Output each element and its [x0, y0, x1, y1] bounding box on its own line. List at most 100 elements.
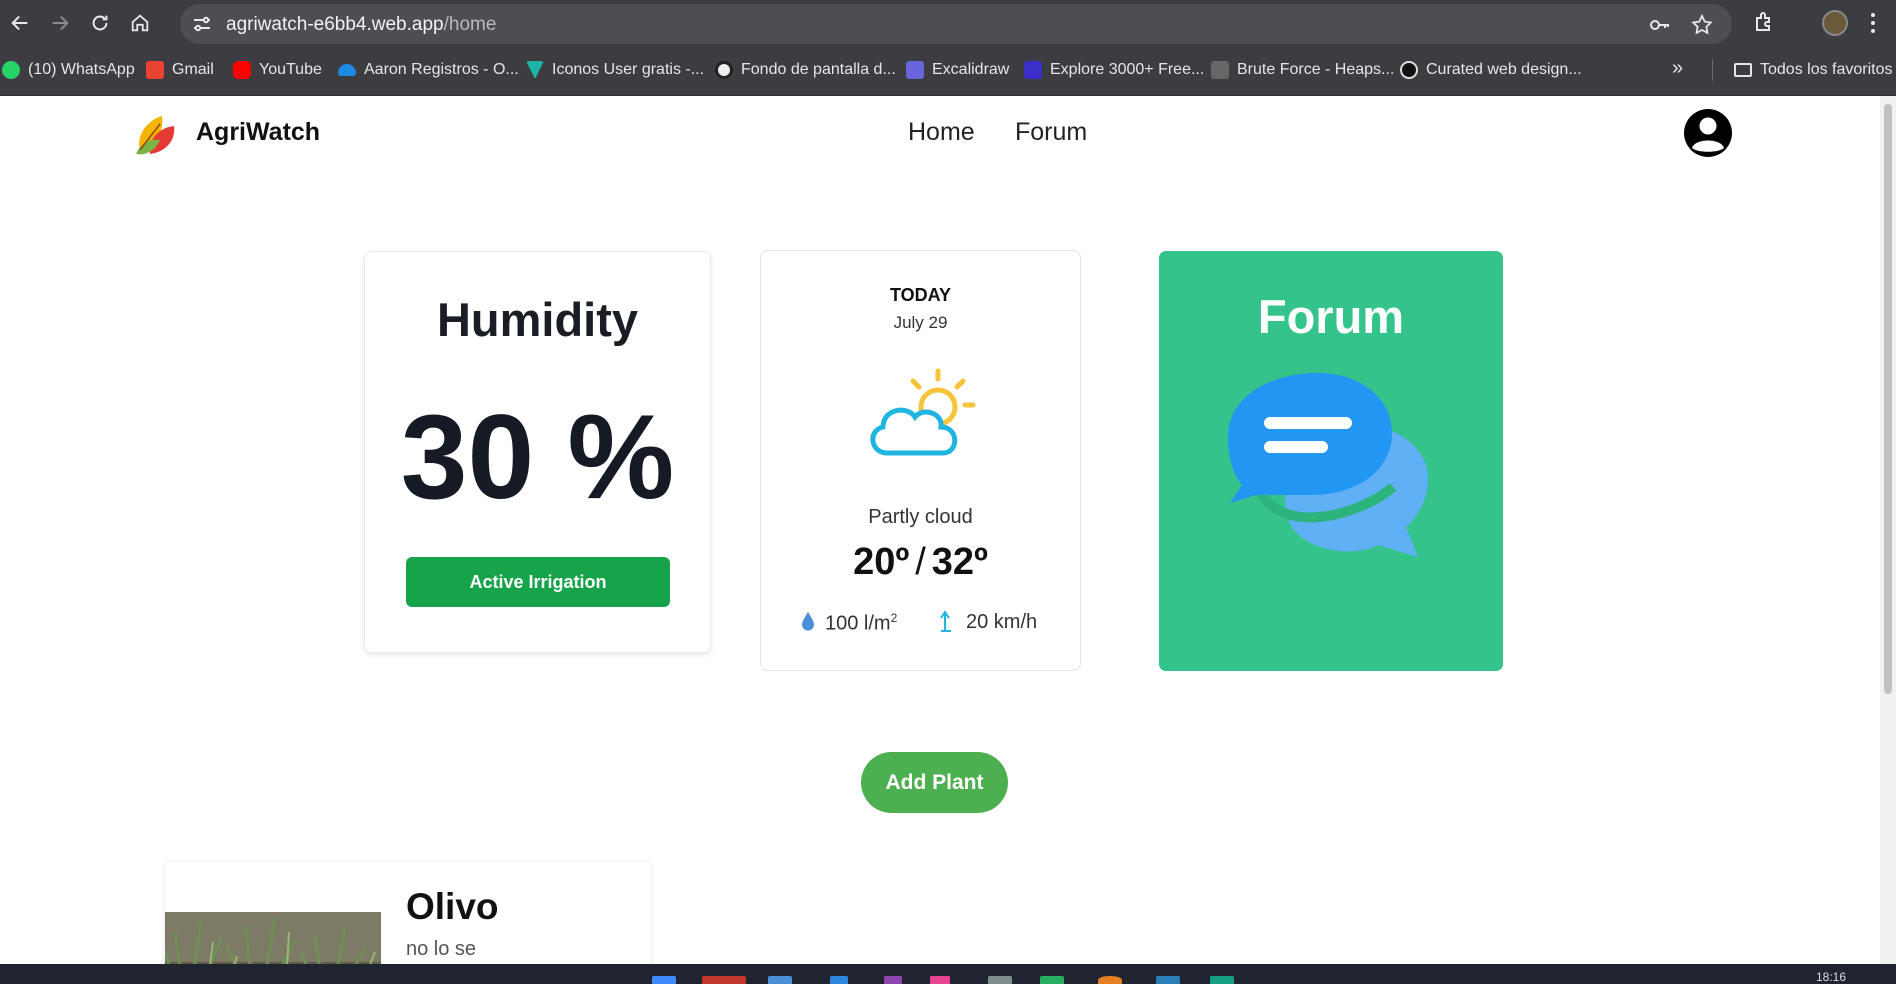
humidity-card: Humidity 30 % Active Irrigation: [364, 251, 711, 653]
all-bookmarks-folder[interactable]: Todos los favoritos: [1734, 58, 1893, 82]
bookmark-fondo[interactable]: Fondo de pantalla d...: [715, 58, 896, 82]
forum-card-title: Forum: [1257, 290, 1405, 343]
app-icon[interactable]: [1156, 976, 1180, 984]
forum-card[interactable]: Forum: [1159, 251, 1503, 671]
bookmark-label: Brute Force - Heaps...: [1237, 61, 1395, 78]
app-icon[interactable]: [988, 976, 1012, 984]
humidity-title: Humidity: [436, 293, 639, 346]
page-viewport: AgriWatch Home Forum Humidity 30 % Activ…: [0, 96, 1880, 964]
weather-date: July 29: [893, 313, 948, 332]
app-icon[interactable]: [884, 976, 902, 984]
humidity-value: 30 %: [400, 390, 675, 524]
bookmark-excalidraw[interactable]: Excalidraw: [906, 58, 1009, 82]
chat-bubbles-icon: [1228, 372, 1428, 557]
reload-button[interactable]: [80, 3, 120, 43]
gmail-icon: [146, 61, 164, 79]
leaves-logo-icon[interactable]: [134, 110, 184, 156]
wind-direction-icon: [940, 610, 951, 632]
bookmark-gmail[interactable]: Gmail: [146, 58, 214, 82]
app-icon[interactable]: [1210, 976, 1234, 984]
bookmark-label: Iconos User gratis -...: [552, 61, 705, 78]
bookmark-explore[interactable]: Explore 3000+ Free...: [1024, 58, 1204, 82]
taskbar-clock[interactable]: 18:16: [1816, 970, 1846, 984]
app-icon[interactable]: [1040, 976, 1064, 984]
url-host: agriwatch-e6bb4.web.app: [226, 14, 444, 35]
plant-description: no lo se: [406, 938, 477, 960]
temp-low: 20º: [853, 541, 910, 583]
plant-photo: [165, 912, 381, 964]
wind-speed-value: 20 km/h: [966, 611, 1038, 633]
vuetify-icon: [526, 61, 544, 79]
active-irrigation-button[interactable]: Active Irrigation: [406, 557, 670, 607]
os-taskbar: 18:16: [0, 964, 1896, 984]
bookmark-star-icon[interactable]: [1690, 13, 1714, 37]
bookmark-iconos[interactable]: Iconos User gratis -...: [526, 58, 704, 82]
arrow-right-icon: [52, 15, 69, 30]
bookmark-separator: [1712, 59, 1713, 81]
bookmark-bruteforce[interactable]: Brute Force - Heaps...: [1211, 58, 1394, 82]
bookmark-label: YouTube: [259, 61, 322, 78]
rainfall-amount: 100 l/m: [825, 612, 891, 635]
app-icon[interactable]: [768, 976, 792, 984]
scrollbar-thumb[interactable]: [1884, 104, 1892, 694]
user-account-icon[interactable]: [1682, 107, 1734, 159]
app-icon[interactable]: [830, 976, 848, 984]
app-icon[interactable]: [1098, 976, 1122, 984]
url-path: /home: [443, 14, 497, 35]
arrow-left-icon: [11, 15, 28, 30]
plant-card[interactable]: Olivo no lo se: [165, 862, 651, 964]
whatsapp-icon: [2, 61, 20, 79]
address-bar[interactable]: agriwatch-e6bb4.web.app/home: [180, 4, 1732, 44]
water-drop-icon: [802, 612, 814, 631]
site-icon: [715, 61, 733, 79]
weather-day-label: TODAY: [889, 285, 952, 305]
excalidraw-icon: [906, 61, 924, 79]
rainfall-value: 100 l/m2: [825, 611, 897, 636]
start-icon[interactable]: [652, 976, 676, 984]
bookmark-whatsapp[interactable]: (10) WhatsApp: [2, 58, 135, 82]
bookmark-curated[interactable]: Curated web design...: [1400, 58, 1582, 82]
home-icon: [131, 13, 149, 31]
partly-cloudy-icon: [870, 368, 976, 456]
uiverse-icon: [1024, 61, 1042, 79]
bookmarks-bar: (10) WhatsApp Gmail YouTube Aaron Regist…: [0, 45, 1896, 96]
bookmark-label: Aaron Registros - O...: [364, 61, 519, 78]
code-icon: [1211, 61, 1229, 79]
bookmark-label: Excalidraw: [932, 61, 1010, 78]
rainfall-exponent: 2: [890, 611, 898, 625]
bookmark-label: Curated web design...: [1426, 61, 1582, 78]
more-bookmarks-chevron-icon[interactable]: »: [1672, 57, 1683, 80]
nav-link-home[interactable]: Home: [908, 118, 975, 147]
folder-icon: [1734, 63, 1752, 77]
bookmark-label: Explore 3000+ Free...: [1050, 61, 1205, 78]
url-text: agriwatch-e6bb4.web.app/home: [226, 14, 496, 36]
page-scrollbar[interactable]: [1880, 96, 1896, 964]
bookmark-onedrive[interactable]: Aaron Registros - O...: [338, 58, 519, 82]
reload-icon: [92, 15, 108, 30]
app-icon[interactable]: [930, 976, 950, 984]
kebab-menu-icon[interactable]: [1866, 10, 1880, 36]
home-button[interactable]: [120, 3, 160, 43]
bookmark-label: Todos los favoritos: [1760, 61, 1893, 78]
browser-profile-avatar[interactable]: [1822, 10, 1848, 36]
weather-condition: Partly cloud: [868, 506, 973, 528]
add-plant-button[interactable]: Add Plant: [861, 752, 1008, 813]
site-navbar: AgriWatch Home Forum: [0, 96, 1880, 170]
weather-temperature-range: 20º/32º: [761, 541, 1080, 584]
nav-link-forum[interactable]: Forum: [1015, 118, 1087, 147]
bookmark-label: Gmail: [172, 61, 214, 78]
app-icon[interactable]: [702, 976, 746, 984]
bookmark-label: Fondo de pantalla d...: [741, 61, 896, 78]
forward-button[interactable]: [40, 3, 80, 43]
bookmark-label: (10) WhatsApp: [28, 61, 135, 78]
back-button[interactable]: [0, 3, 40, 43]
brand-name[interactable]: AgriWatch: [196, 118, 320, 147]
bookmark-youtube[interactable]: YouTube: [233, 58, 322, 82]
youtube-icon: [233, 61, 251, 79]
onedrive-icon: [338, 64, 356, 76]
site-settings-icon[interactable]: [190, 12, 214, 36]
weather-card: TODAY July 29 Partly cloud 20º/32º 100 l…: [760, 250, 1081, 671]
extensions-icon[interactable]: [1752, 10, 1776, 34]
password-key-icon[interactable]: [1648, 13, 1672, 37]
eye-icon: [1400, 61, 1418, 79]
